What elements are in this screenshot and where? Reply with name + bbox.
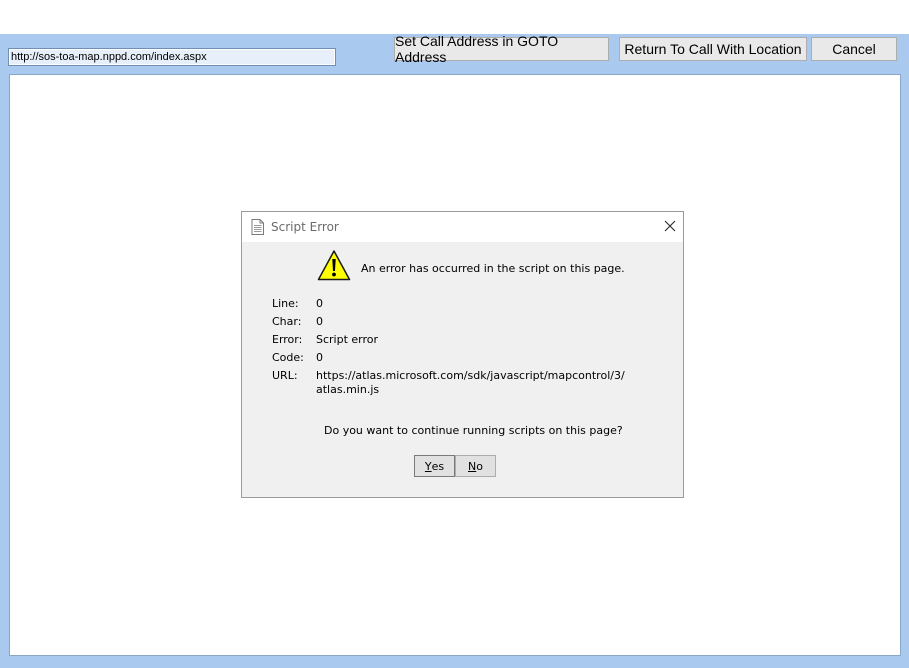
set-call-address-button[interactable]: Set Call Address in GOTO Address xyxy=(394,33,609,65)
script-error-dialog: Script Error An error has occurred in th… xyxy=(241,211,684,498)
return-to-call-button[interactable]: Return To Call With Location xyxy=(619,37,807,61)
no-label-rest: o xyxy=(476,459,483,473)
error-value: Script error xyxy=(316,333,379,346)
error-message: An error has occurred in the script on t… xyxy=(361,262,625,275)
warning-icon xyxy=(317,250,351,281)
char-value: 0 xyxy=(316,315,323,328)
window-top-strip xyxy=(0,0,909,35)
address-bar[interactable]: http://sos-toa-map.nppd.com/index.aspx xyxy=(8,48,336,66)
code-label: Code: xyxy=(272,351,304,364)
continue-question: Do you want to continue running scripts … xyxy=(324,424,623,437)
yes-accelerator: Y xyxy=(424,459,432,473)
yes-label-rest: es xyxy=(431,459,445,473)
char-label: Char: xyxy=(272,315,302,328)
line-label: Line: xyxy=(272,297,299,310)
close-icon[interactable] xyxy=(662,218,678,234)
dialog-titlebar[interactable]: Script Error xyxy=(242,212,683,242)
no-accelerator: N xyxy=(468,459,477,473)
line-value: 0 xyxy=(316,297,323,310)
document-icon xyxy=(251,219,264,235)
code-value: 0 xyxy=(316,351,323,364)
no-button[interactable]: No xyxy=(455,455,496,477)
yes-button[interactable]: Yes xyxy=(414,455,455,477)
dialog-title: Script Error xyxy=(271,220,339,234)
error-label: Error: xyxy=(272,333,303,346)
url-label: URL: xyxy=(272,369,298,382)
cancel-button[interactable]: Cancel xyxy=(811,37,897,61)
url-value: https://atlas.microsoft.com/sdk/javascri… xyxy=(316,369,625,396)
